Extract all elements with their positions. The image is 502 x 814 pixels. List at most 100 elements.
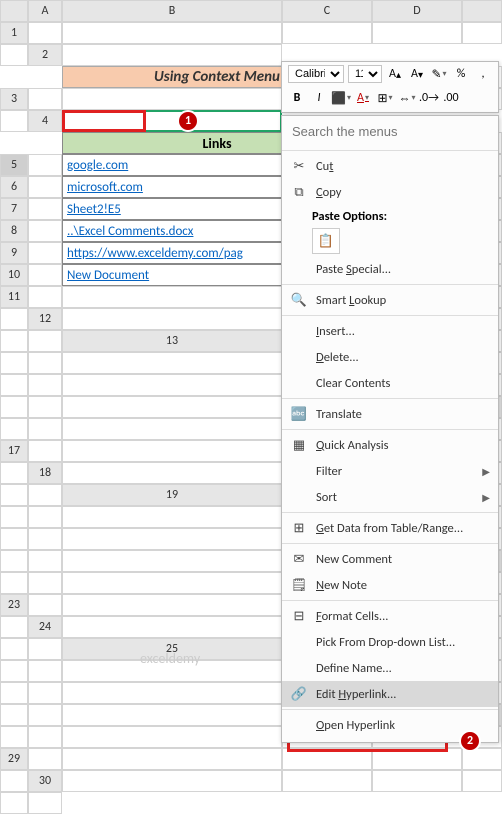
context-menu-item[interactable]: Paste Special... — [282, 256, 498, 282]
cell[interactable] — [28, 638, 62, 660]
row-header[interactable]: 24 — [28, 616, 62, 638]
row-header[interactable]: 7 — [0, 198, 28, 220]
context-menu-item[interactable]: 🗒New Note — [282, 572, 498, 598]
context-menu-item[interactable]: 🔗Edit Hyperlink... — [282, 681, 498, 707]
cell[interactable] — [372, 748, 462, 770]
cell[interactable] — [62, 748, 282, 770]
cell[interactable] — [62, 286, 282, 308]
font-select[interactable]: Calibri — [288, 65, 344, 83]
cell[interactable] — [0, 528, 28, 550]
context-menu-item[interactable]: ▦Quick Analysis — [282, 432, 498, 458]
cell[interactable] — [62, 594, 282, 616]
context-menu-item[interactable]: ⊟Format Cells... — [282, 603, 498, 629]
paste-option-button[interactable]: 📋 — [312, 228, 340, 254]
cell[interactable] — [28, 792, 62, 814]
cell[interactable] — [62, 88, 282, 110]
cell[interactable] — [28, 418, 62, 440]
cell[interactable] — [28, 572, 62, 594]
cell[interactable] — [28, 506, 62, 528]
col-header-D[interactable]: D — [372, 0, 462, 22]
cell[interactable] — [0, 506, 28, 528]
context-menu-item[interactable]: Filter▶ — [282, 458, 498, 484]
context-menu-item[interactable]: 🔤Translate — [282, 401, 498, 427]
cell[interactable] — [0, 418, 28, 440]
row-header[interactable]: 4 — [28, 110, 62, 132]
cell[interactable] — [62, 44, 282, 66]
row-header[interactable]: 29 — [0, 748, 28, 770]
cell[interactable] — [62, 572, 282, 594]
merge-button[interactable]: ⇔ — [398, 89, 416, 107]
context-menu-item[interactable]: Pick From Drop-down List... — [282, 629, 498, 655]
hyperlink[interactable]: Sheet2!E5 — [67, 202, 121, 217]
font-size-select[interactable]: 11 — [348, 65, 382, 83]
row-header[interactable]: 17 — [0, 440, 28, 462]
cell[interactable] — [28, 22, 62, 44]
cell[interactable] — [62, 616, 282, 638]
format-painter-button[interactable]: ✎ — [430, 65, 448, 83]
cell[interactable] — [62, 352, 282, 374]
cell[interactable] — [28, 330, 62, 352]
increase-font-button[interactable]: A▴ — [386, 65, 404, 83]
cell[interactable] — [28, 396, 62, 418]
row-header[interactable]: 12 — [28, 308, 62, 330]
cell[interactable] — [0, 44, 28, 66]
cell[interactable] — [0, 770, 28, 792]
cell[interactable] — [372, 770, 462, 792]
comma-button[interactable]: , — [474, 65, 492, 83]
context-menu-item[interactable]: Delete... — [282, 344, 498, 370]
cell[interactable] — [0, 704, 28, 726]
cell[interactable] — [62, 528, 282, 550]
hyperlink[interactable]: New Document — [67, 268, 149, 283]
row-header[interactable]: 23 — [0, 594, 28, 616]
cell[interactable] — [0, 682, 28, 704]
row-header[interactable]: 30 — [28, 770, 62, 792]
decrease-font-button[interactable]: A▾ — [408, 65, 426, 83]
col-header-A[interactable]: A — [28, 0, 62, 22]
menu-search-input[interactable] — [292, 124, 488, 139]
cell[interactable] — [28, 286, 62, 308]
cell[interactable] — [0, 660, 28, 682]
decimal-inc-button[interactable]: .0→ — [420, 89, 438, 107]
row-header[interactable]: 8 — [0, 220, 28, 242]
cell[interactable] — [62, 374, 282, 396]
cell[interactable] — [28, 682, 62, 704]
cell[interactable] — [28, 352, 62, 374]
hyperlink[interactable]: ..\Excel Comments.docx — [67, 224, 193, 239]
row-header[interactable]: 18 — [28, 462, 62, 484]
cell[interactable] — [0, 616, 28, 638]
cell[interactable] — [0, 352, 28, 374]
cell[interactable] — [62, 462, 282, 484]
cell[interactable] — [28, 242, 62, 264]
col-header-C[interactable]: C — [282, 0, 372, 22]
cell[interactable] — [282, 770, 372, 792]
row-header[interactable]: 1 — [0, 22, 28, 44]
cell[interactable] — [62, 682, 282, 704]
context-menu-item[interactable]: ⧉Copy — [282, 179, 498, 205]
context-menu-item[interactable]: 🔍Smart Lookup — [282, 287, 498, 313]
row-header[interactable]: 5 — [0, 154, 28, 176]
cell[interactable] — [0, 792, 28, 814]
cell[interactable] — [0, 110, 28, 132]
cell[interactable] — [0, 572, 28, 594]
row-header[interactable]: 11 — [0, 286, 28, 308]
cell[interactable] — [0, 308, 28, 330]
cell[interactable] — [282, 22, 372, 44]
cell[interactable] — [28, 264, 62, 286]
cell[interactable] — [0, 396, 28, 418]
cell[interactable] — [28, 726, 62, 748]
col-header-B[interactable]: B — [62, 0, 282, 22]
row-header[interactable]: 19 — [62, 484, 282, 506]
cell[interactable] — [62, 726, 282, 748]
cell[interactable] — [62, 550, 282, 572]
col-header-extra[interactable] — [462, 0, 502, 22]
select-all-corner[interactable] — [0, 0, 28, 22]
row-header[interactable]: 6 — [0, 176, 28, 198]
cell[interactable] — [0, 484, 28, 506]
cell[interactable] — [28, 88, 62, 110]
cell[interactable] — [0, 374, 28, 396]
context-menu-item[interactable]: ⊞Get Data from Table/Range... — [282, 515, 498, 541]
cell[interactable] — [28, 198, 62, 220]
cell[interactable] — [28, 440, 62, 462]
row-header[interactable]: 9 — [0, 242, 28, 264]
percent-button[interactable]: % — [452, 65, 470, 83]
